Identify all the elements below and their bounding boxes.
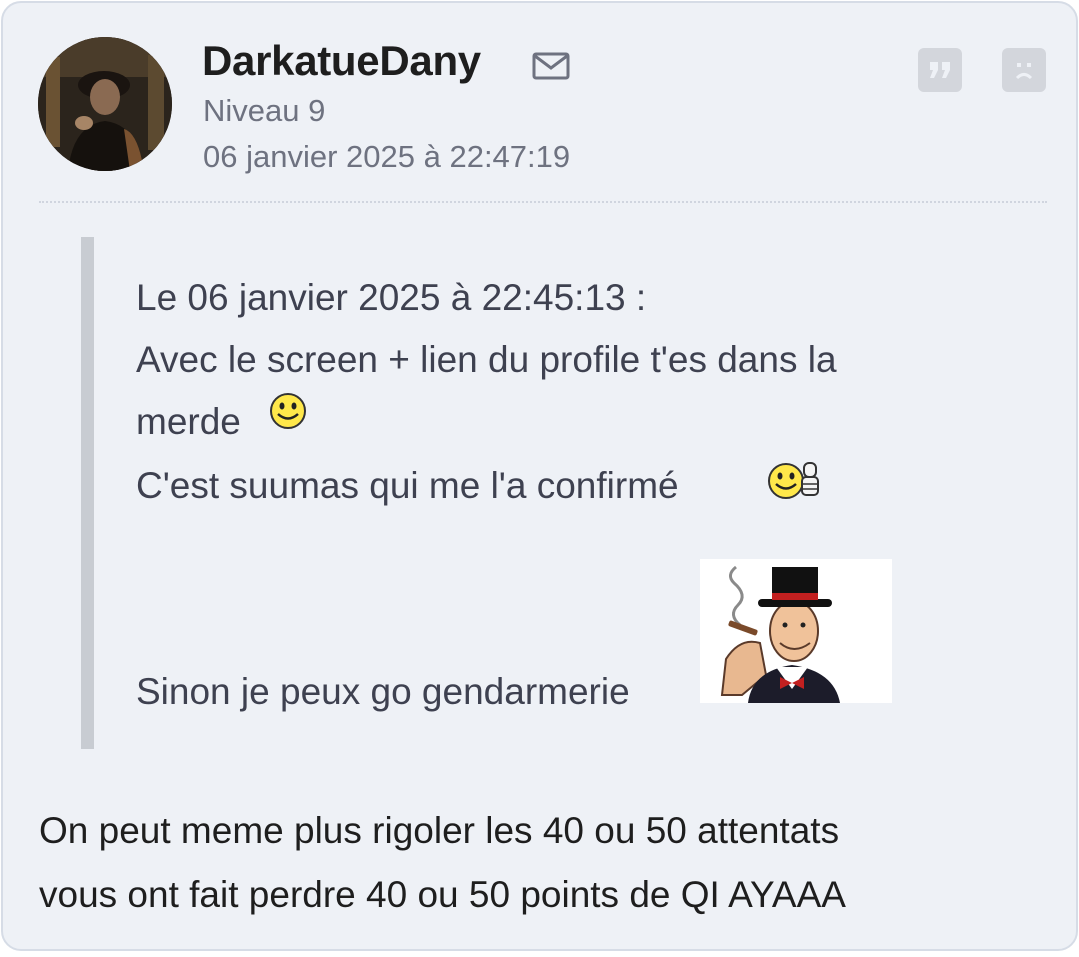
username[interactable]: DarkatueDany: [202, 37, 481, 85]
user-level: Niveau 9: [203, 93, 326, 128]
message-line: vous ont fait perdre 40 ou 50 points de …: [39, 874, 846, 915]
quote-line: Avec le screen + lien du profile t'es da…: [136, 339, 837, 380]
post-message: On peut meme plus rigoler les 40 ou 50 a…: [39, 799, 846, 927]
quote-line: C'est suumas qui me l'a confirmé: [136, 465, 679, 506]
quote-button[interactable]: [918, 48, 962, 92]
mail-icon[interactable]: [531, 51, 571, 81]
avatar-image: [38, 37, 172, 171]
forum-post: DarkatueDany Niveau 9 06 janvier 2025 à …: [1, 1, 1078, 951]
avatar[interactable]: [38, 37, 172, 171]
report-button[interactable]: [1002, 48, 1046, 92]
quote-header: Le 06 janvier 2025 à 22:45:13 :: [136, 277, 647, 318]
smiley-thumbs-icon: [768, 462, 819, 499]
gentleman-cigar-sticker: [700, 559, 892, 703]
quote-line: Sinon je peux go gendarmerie: [136, 671, 630, 712]
post-date[interactable]: 06 janvier 2025 à 22:47:19: [203, 139, 570, 175]
quote-line: merde: [136, 401, 241, 442]
smiley-icon: [270, 393, 306, 429]
quoted-message: Le 06 janvier 2025 à 22:45:13 : Avec le …: [81, 237, 1011, 749]
header-divider: [39, 201, 1047, 203]
report-icon: [1015, 63, 1033, 80]
quote-icon: [930, 62, 950, 78]
message-line: On peut meme plus rigoler les 40 ou 50 a…: [39, 810, 840, 851]
